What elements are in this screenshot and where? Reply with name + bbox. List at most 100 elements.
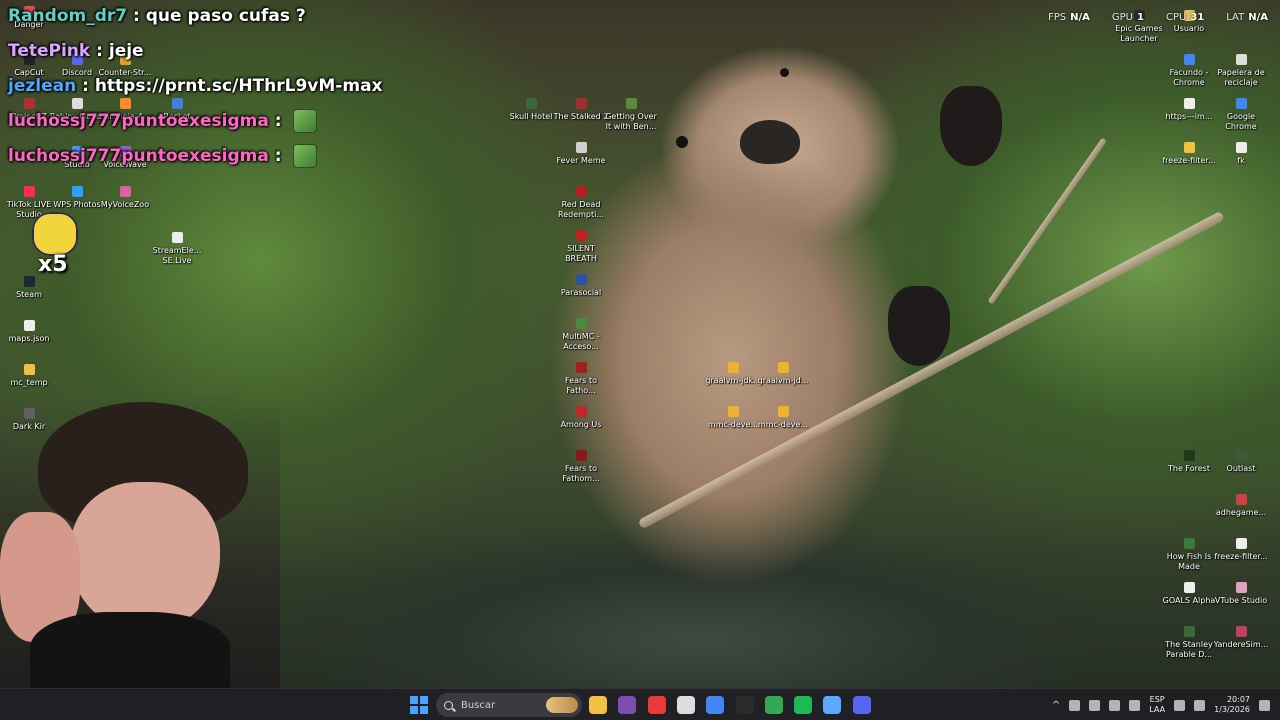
volume-icon[interactable]: [1194, 699, 1206, 711]
desktop-shortcut[interactable]: GOALS Alpha: [1160, 582, 1218, 606]
chat-username: luchossj777puntoexesigma: [8, 111, 269, 131]
desktop-shortcut[interactable]: Getting Over It with Ben...: [602, 98, 660, 132]
desktop-shortcut-label: VTube Studio: [1214, 596, 1268, 605]
spotify-icon[interactable]: [794, 696, 813, 714]
taskbar-search[interactable]: Buscar: [436, 693, 582, 717]
desktop-shortcut[interactable]: MultiMC - Acceso...: [552, 318, 610, 352]
chrome-profile-icon[interactable]: [764, 696, 783, 714]
desktop-shortcut[interactable]: Outlast: [1212, 450, 1270, 474]
desktop-shortcut[interactable]: Fears to Fathom...: [552, 450, 610, 484]
desktop-shortcut[interactable]: freeze-filter...: [1212, 538, 1270, 562]
desktop-shortcut[interactable]: freeze-filter...: [1160, 142, 1218, 166]
discord-icon[interactable]: [852, 696, 871, 714]
desktop-shortcut-label: StreamEle... SE.Live: [152, 246, 202, 265]
desktop-shortcut[interactable]: SILENT BREATH: [552, 230, 610, 264]
desktop-shortcut-label: mmc-deve...: [707, 420, 759, 429]
desktop-shortcut[interactable]: Papelera de reciclaje: [1212, 54, 1270, 88]
show-hidden-icons-chevron-icon[interactable]: ^: [1052, 700, 1060, 711]
tray-network-icon[interactable]: [1089, 699, 1101, 711]
desktop-shortcut[interactable]: YandereSim...: [1212, 626, 1270, 650]
desktop-shortcut[interactable]: The Forest: [1160, 450, 1218, 474]
chat-text: jeje: [108, 41, 144, 61]
desktop-shortcut-label: How Fish Is Made: [1166, 552, 1212, 571]
desktop-shortcut-label: adhegame...: [1215, 508, 1267, 517]
desktop-shortcut[interactable]: Fears to Fatho...: [552, 362, 610, 396]
desktop-shortcut[interactable]: Facundo - Chrome: [1160, 54, 1218, 88]
tray-onedrive-icon[interactable]: [1109, 699, 1121, 711]
chat-message: jezlean : https://prnt.sc/HThrL9vM-max: [8, 74, 408, 98]
store-icon[interactable]: [676, 696, 695, 714]
app-icon: [171, 232, 183, 243]
tray-mic-icon[interactable]: [1129, 699, 1141, 711]
obs-icon[interactable]: [735, 696, 754, 714]
wps-office-icon[interactable]: [647, 696, 666, 714]
desktop-shortcut[interactable]: StreamEle... SE.Live: [148, 232, 206, 266]
app-icon: [525, 98, 537, 109]
app-icon: [575, 318, 587, 329]
desktop-shortcut[interactable]: fk: [1212, 142, 1270, 166]
desktop-shortcut[interactable]: adhegame...: [1212, 494, 1270, 518]
beaver-paw: [888, 286, 950, 366]
app-icon: [1183, 54, 1195, 65]
desktop-shortcut[interactable]: Steam: [0, 276, 58, 300]
lat-stat: LAT N/A: [1226, 12, 1268, 23]
system-tray: ^ ESP LAA 20:07 1/3/2026: [1052, 689, 1280, 720]
app-icon: [575, 406, 587, 417]
desktop-shortcut[interactable]: VTube Studio: [1212, 582, 1270, 606]
winrar-icon[interactable]: [618, 696, 637, 714]
app-icon: [1183, 450, 1195, 461]
start-button[interactable]: [410, 696, 428, 714]
file-explorer-icon[interactable]: [589, 696, 607, 714]
desktop-shortcut[interactable]: Dark Kir: [0, 408, 58, 432]
desktop-shortcut-label: WPS Photos: [53, 200, 101, 209]
desktop-shortcut[interactable]: Red Dead Redempti...: [552, 186, 610, 220]
search-icon: [444, 700, 453, 710]
desktop-shortcut-label: Parasocial: [560, 288, 602, 297]
chat-text: que paso cufas ?: [145, 6, 306, 26]
desktop-shortcut-label: The Forest: [1168, 464, 1210, 473]
desktop-shortcut[interactable]: https---im...: [1160, 98, 1218, 122]
chat-message: Random_dr7 : que paso cufas ?: [8, 4, 408, 28]
desktop-shortcut[interactable]: graalvm-jd...: [754, 362, 812, 386]
notepad-icon[interactable]: [823, 696, 842, 714]
notification-icon[interactable]: [1259, 699, 1270, 711]
chrome-icon[interactable]: [706, 696, 725, 714]
app-icon: [1183, 626, 1195, 637]
streamer-face: [70, 482, 220, 632]
app-icon: [23, 320, 35, 331]
desktop-shortcut-label: Fears to Fathom...: [562, 464, 600, 483]
desktop-shortcut-label: The Stanley Parable D...: [1165, 640, 1213, 659]
desktop-shortcut-label: freeze-filter...: [1162, 156, 1216, 165]
chat-message: luchossj777puntoexesigma :: [8, 109, 408, 133]
language-indicator[interactable]: ESP LAA: [1149, 695, 1165, 715]
chat-emote-icon: [293, 144, 318, 168]
chat-separator: :: [90, 41, 109, 61]
streamer-shirt: [30, 612, 230, 690]
desktop-shortcut[interactable]: Parasocial: [552, 274, 610, 298]
app-icon: [23, 408, 35, 419]
desktop-shortcut-label: YandereSim...: [1213, 640, 1269, 649]
desktop-shortcut[interactable]: Among Us: [552, 406, 610, 430]
desktop-shortcut[interactable]: How Fish Is Made: [1160, 538, 1218, 572]
desktop-shortcut[interactable]: Fever Meme: [552, 142, 610, 166]
desktop-shortcut-label: graalvm-jdk...: [705, 376, 761, 385]
desktop-shortcut[interactable]: mc_temp: [0, 364, 58, 388]
search-highlight-icon: [546, 697, 578, 713]
app-icon: [23, 186, 35, 197]
desktop-shortcut-label: https---im...: [1165, 112, 1213, 121]
app-icon: [1235, 98, 1247, 109]
desktop-shortcut[interactable]: mmc-deve...: [754, 406, 812, 430]
desktop-shortcut[interactable]: The Stanley Parable D...: [1160, 626, 1218, 660]
desktop-shortcut[interactable]: Google Chrome: [1212, 98, 1270, 132]
wifi-icon[interactable]: [1174, 699, 1186, 711]
desktop-shortcut-label: Steam: [16, 290, 42, 299]
tray-app-icon[interactable]: [1069, 699, 1081, 711]
clock[interactable]: 20:07 1/3/2026: [1214, 695, 1250, 715]
app-icon: [575, 450, 587, 461]
desktop-shortcut-label: MyVoiceZoo: [100, 200, 150, 209]
desktop-shortcut-label: Google Chrome: [1225, 112, 1257, 131]
desktop-shortcut-label: mmc-deve...: [757, 420, 809, 429]
desktop-shortcut[interactable]: maps.json: [0, 320, 58, 344]
desktop-shortcut-label: Red Dead Redempti...: [558, 200, 604, 219]
desktop-shortcut[interactable]: MyVoiceZoo: [96, 186, 154, 210]
